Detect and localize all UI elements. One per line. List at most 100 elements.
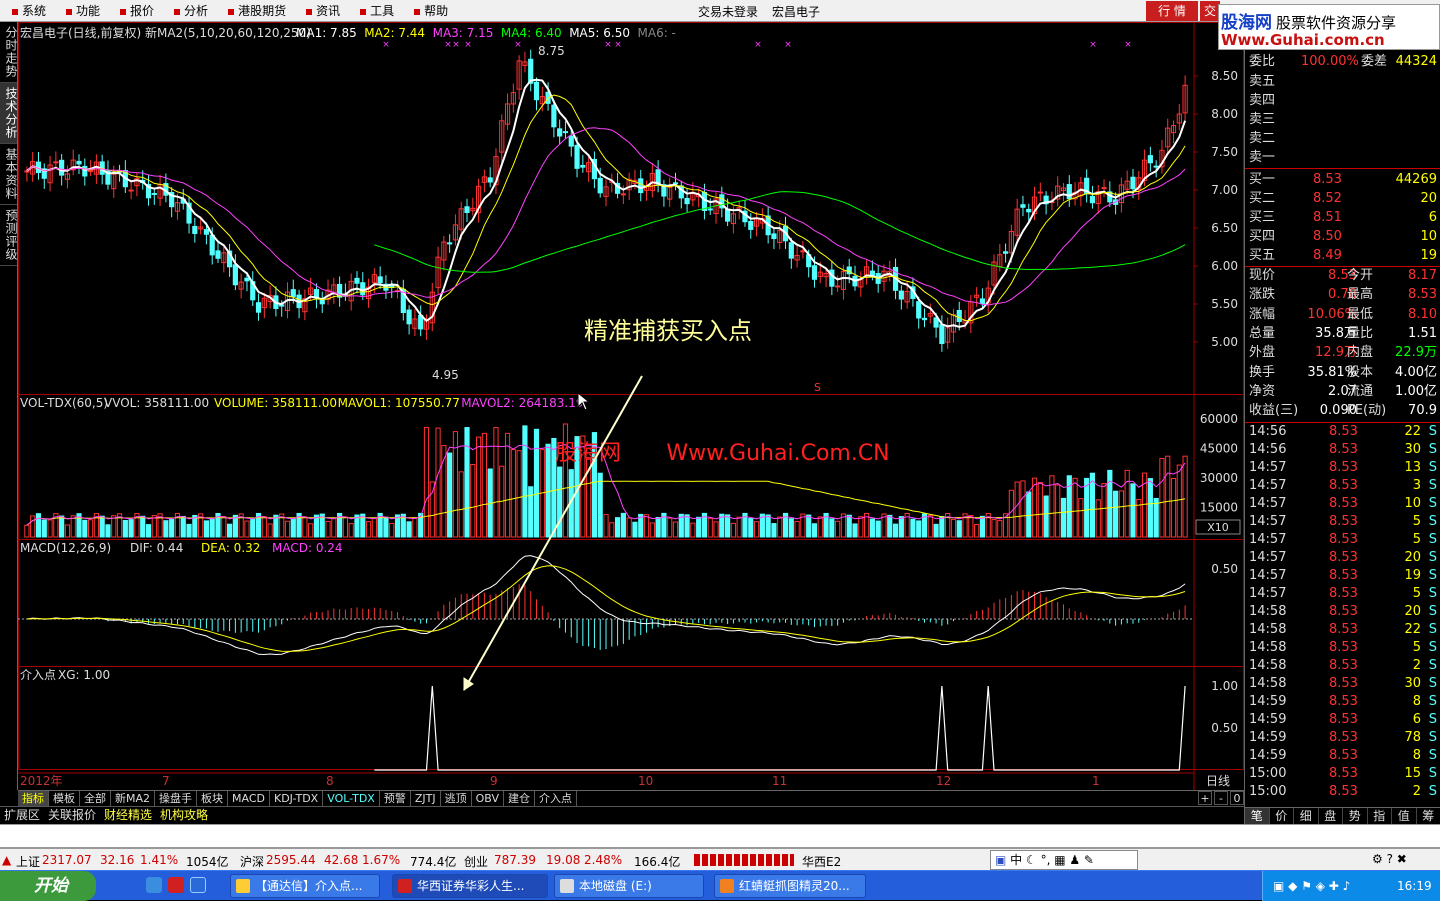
start-button[interactable]: 开始 xyxy=(0,871,96,901)
panel-tab[interactable]: 价 xyxy=(1270,808,1295,824)
panel-tab[interactable]: 指 xyxy=(1368,808,1393,824)
tick-price: 8.53 xyxy=(1329,693,1358,711)
menu-dot-icon xyxy=(306,9,312,15)
etab-extension[interactable]: 扩展区 xyxy=(0,807,44,824)
tab-technical[interactable]: 技术分析 xyxy=(0,83,17,144)
volume-bar xyxy=(523,426,527,537)
menu-tools[interactable]: 工具 xyxy=(348,2,402,19)
volume-bar xyxy=(992,520,996,537)
btab-sector[interactable]: 板块 xyxy=(197,791,228,806)
tick-row: 14:57 8.53 13 S xyxy=(1245,459,1440,477)
panel-tab[interactable]: 值 xyxy=(1392,808,1417,824)
tab-fundamentals[interactable]: 基本资料 xyxy=(0,144,17,205)
btab-vol[interactable]: VOL-TDX xyxy=(323,791,380,806)
candle-body xyxy=(291,290,295,297)
ql-desktop-icon[interactable] xyxy=(146,877,162,893)
panel-tab[interactable]: 筹 xyxy=(1417,808,1440,824)
quote-row: 涨跌 0.78 最高 8.53 xyxy=(1245,285,1440,304)
sell-level-row[interactable]: 卖三 xyxy=(1245,110,1440,129)
btab-zjtj[interactable]: ZJTJ xyxy=(411,791,441,806)
menu-news[interactable]: 资讯 xyxy=(294,2,348,19)
index-sh-name[interactable]: 上证 xyxy=(16,853,40,870)
volume-bar xyxy=(766,515,770,537)
panel-tab[interactable]: 细 xyxy=(1294,808,1319,824)
chart-area[interactable]: 8.508.007.507.006.506.005.505.00宏昌电子(日线,… xyxy=(18,22,1244,792)
sell-level-row[interactable]: 卖四 xyxy=(1245,91,1440,110)
zoom-reset-button[interactable]: 0 xyxy=(1230,791,1244,805)
kline-chart-svg[interactable]: 8.508.007.507.006.506.005.505.00宏昌电子(日线,… xyxy=(18,22,1244,792)
extension-tabs: 扩展区 关联报价 财经精选 机构攻略 xyxy=(0,806,1244,824)
sell-level-row[interactable]: 卖五 xyxy=(1245,72,1440,91)
ql-ie-icon[interactable] xyxy=(190,877,206,893)
menu-help[interactable]: 帮助 xyxy=(402,2,456,19)
candle-body xyxy=(1148,156,1152,163)
xaxis-label: 11 xyxy=(772,774,787,788)
btab-trader[interactable]: 操盘手 xyxy=(155,791,197,806)
btab-entry-point[interactable]: 介入点 xyxy=(535,791,577,806)
sell-level-row[interactable]: 卖一 xyxy=(1245,148,1440,167)
buy-level-row[interactable]: 买三 8.51 6 xyxy=(1245,208,1440,227)
volume-bar xyxy=(129,520,133,537)
volume-bar xyxy=(656,517,660,537)
index-cy-change: 19.08 xyxy=(546,853,580,867)
menu-quote[interactable]: 报价 xyxy=(108,2,162,19)
btab-escape-top[interactable]: 逃顶 xyxy=(441,791,472,806)
btab-macd[interactable]: MACD xyxy=(228,791,270,806)
tick-volume: 5 xyxy=(1381,585,1421,603)
tick-volume: 30 xyxy=(1381,441,1421,459)
menu-dot-icon xyxy=(120,9,126,15)
index-sh-change: 32.16 xyxy=(100,853,134,867)
index-cy-name[interactable]: 创业 xyxy=(464,853,488,870)
panel-tab[interactable]: 势 xyxy=(1343,808,1368,824)
buy-level-row[interactable]: 买一 8.53 44269 xyxy=(1245,170,1440,189)
tab-forecast[interactable]: 预测评级 xyxy=(0,205,17,266)
zoom-in-button[interactable]: + xyxy=(1198,791,1212,805)
taskbar-item-tdx[interactable]: 【通达信】介入点... xyxy=(230,874,380,898)
tick-row: 14:56 8.53 30 S xyxy=(1245,441,1440,459)
volume-bar xyxy=(957,521,961,537)
buy-level-row[interactable]: 买五 8.49 19 xyxy=(1245,246,1440,265)
btab-kdj[interactable]: KDJ-TDX xyxy=(270,791,323,806)
btab-indicator[interactable]: 指标 xyxy=(18,791,49,806)
volume-bar xyxy=(708,518,712,537)
etab-finance-picks[interactable]: 财经精选 xyxy=(100,807,156,824)
menu-system[interactable]: 系统 xyxy=(0,2,54,19)
panel-tab[interactable]: 盘 xyxy=(1319,808,1344,824)
volume-bar xyxy=(697,517,701,537)
volume-bar xyxy=(673,522,677,537)
panel-tab[interactable]: 笔 xyxy=(1245,808,1270,824)
buy-level-row[interactable]: 买二 8.52 20 xyxy=(1245,189,1440,208)
ql-app-icon[interactable] xyxy=(168,877,184,893)
menu-function[interactable]: 功能 xyxy=(54,2,108,19)
btab-all[interactable]: 全部 xyxy=(80,791,111,806)
sell-level-row[interactable]: 卖二 xyxy=(1245,129,1440,148)
trade-login-status[interactable]: 交易未登录 xyxy=(698,3,758,20)
taskbar-item-huaxi[interactable]: 华西证券华彩人生... xyxy=(392,874,548,898)
buy-level-row[interactable]: 买四 8.50 10 xyxy=(1245,227,1440,246)
tray-icons[interactable]: ▣ ◆ ⚑ ◈ ✚ ♪ xyxy=(1273,879,1350,893)
taskbar-item-capture[interactable]: 红蜻蜓抓图精灵20... xyxy=(714,874,866,898)
tick-flag: S xyxy=(1429,549,1437,567)
btab-build-position[interactable]: 建仓 xyxy=(504,791,535,806)
btab-obv[interactable]: OBV xyxy=(472,791,504,806)
btab-newma2[interactable]: 新MA2 xyxy=(111,791,155,806)
trade-mode-button[interactable]: 交 xyxy=(1200,1,1220,21)
btab-alert[interactable]: 预警 xyxy=(380,791,411,806)
tick-volume: 8 xyxy=(1381,747,1421,765)
tick-volume: 19 xyxy=(1381,567,1421,585)
quote-mode-button[interactable]: 行 情 xyxy=(1146,1,1198,21)
menu-analysis[interactable]: 分析 xyxy=(162,2,216,19)
tick-price: 8.53 xyxy=(1329,495,1358,513)
menu-hk-futures[interactable]: 港股期货 xyxy=(216,2,294,19)
etab-institution-strategy[interactable]: 机构攻略 xyxy=(156,807,212,824)
settings-icons[interactable]: ⚙ ? ✖ xyxy=(1372,852,1407,866)
index-hs-name[interactable]: 沪深 xyxy=(240,853,264,870)
btab-template[interactable]: 模板 xyxy=(49,791,80,806)
taskbar-item-disk[interactable]: 本地磁盘 (E:) xyxy=(554,874,704,898)
tab-intraday[interactable]: 分时走势 xyxy=(0,22,17,83)
etab-related-quote[interactable]: 关联报价 xyxy=(44,807,100,824)
ime-toolbar[interactable]: ▣ 中 ☾ °, ▦ ♟ ✎ xyxy=(990,850,1138,870)
zoom-out-button[interactable]: - xyxy=(1214,791,1228,805)
volume-bar xyxy=(1183,456,1187,537)
candle-body xyxy=(656,170,660,184)
